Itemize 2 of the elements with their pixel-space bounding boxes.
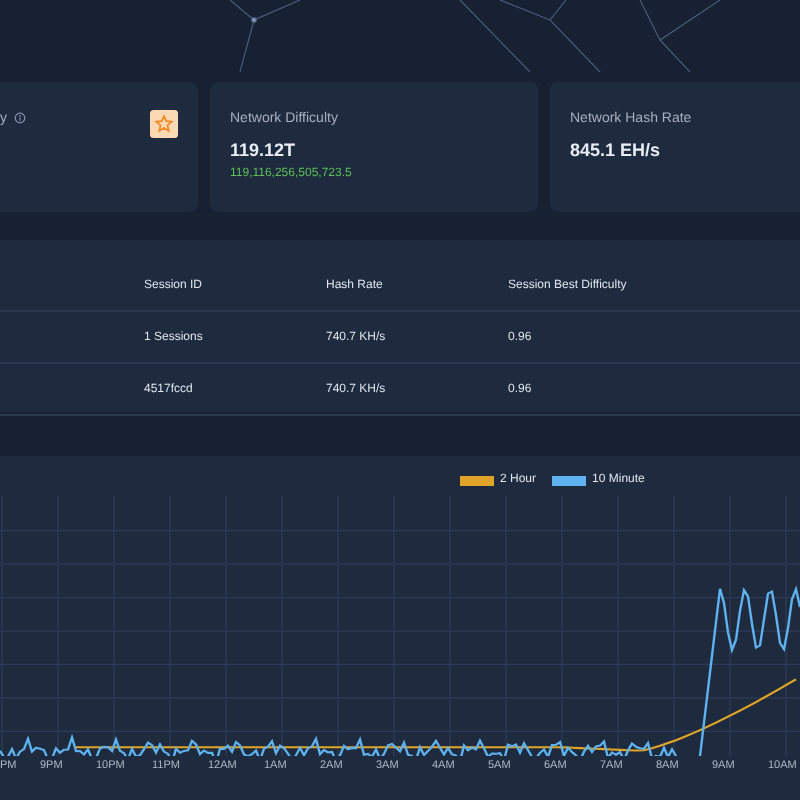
card-value: 845.1 EH/s	[570, 140, 663, 160]
card-value: 119.12T	[230, 140, 298, 160]
